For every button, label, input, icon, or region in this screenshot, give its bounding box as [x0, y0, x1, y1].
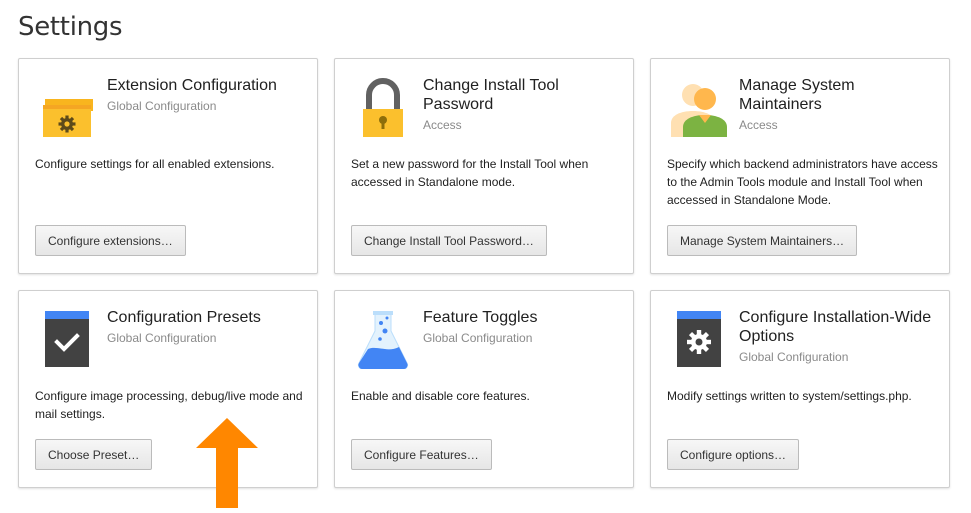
card-title: Change Install Tool Password Access	[423, 76, 623, 133]
card-title: Feature Toggles Global Configuration	[423, 308, 623, 346]
card-title: Extension Configuration Global Configura…	[107, 76, 307, 114]
card-configuration-presets: Configuration Presets Global Configurati…	[18, 290, 318, 488]
extension-box-icon	[39, 77, 95, 137]
choose-preset-button[interactable]: Choose Preset…	[35, 439, 153, 470]
card-configure-installation-wide-options: Configure Installation-Wide Options Glob…	[650, 290, 950, 488]
configure-extensions-button[interactable]: Configure extensions…	[35, 225, 186, 256]
flask-icon	[355, 309, 411, 369]
card-description: Modify settings written to system/settin…	[667, 389, 912, 403]
card-title: Manage System Maintainers Access	[739, 76, 939, 133]
card-manage-system-maintainers: Manage System Maintainers Access Specify…	[650, 58, 950, 274]
lock-icon	[355, 77, 411, 137]
card-description: Enable and disable core features.	[351, 389, 530, 403]
card-description: Configure image processing, debug/live m…	[35, 389, 303, 421]
card-category: Access	[423, 118, 462, 132]
card-feature-toggles: Feature Toggles Global Configuration Ena…	[334, 290, 634, 488]
card-description: Configure settings for all enabled exten…	[35, 157, 275, 171]
page-title: Settings	[18, 12, 123, 42]
users-icon	[671, 77, 727, 137]
card-change-install-tool-password: Change Install Tool Password Access Set …	[334, 58, 634, 274]
configure-features-button[interactable]: Configure Features…	[351, 439, 492, 470]
configure-options-button[interactable]: Configure options…	[667, 439, 800, 470]
checkbox-preset-icon	[39, 309, 95, 369]
card-description: Set a new password for the Install Tool …	[351, 157, 589, 189]
card-category: Global Configuration	[107, 99, 217, 113]
card-category: Global Configuration	[739, 350, 849, 364]
card-extension-configuration: Extension Configuration Global Configura…	[18, 58, 318, 274]
card-title: Configuration Presets Global Configurati…	[107, 308, 307, 346]
card-title: Configure Installation-Wide Options Glob…	[739, 308, 939, 365]
card-category: Access	[739, 118, 778, 132]
card-description: Specify which backend administrators hav…	[667, 157, 938, 207]
card-category: Global Configuration	[423, 331, 533, 345]
change-install-tool-password-button[interactable]: Change Install Tool Password…	[351, 225, 547, 256]
gear-icon	[671, 309, 727, 369]
card-category: Global Configuration	[107, 331, 217, 345]
arrow-up-icon	[196, 418, 258, 508]
manage-system-maintainers-button[interactable]: Manage System Maintainers…	[667, 225, 858, 256]
